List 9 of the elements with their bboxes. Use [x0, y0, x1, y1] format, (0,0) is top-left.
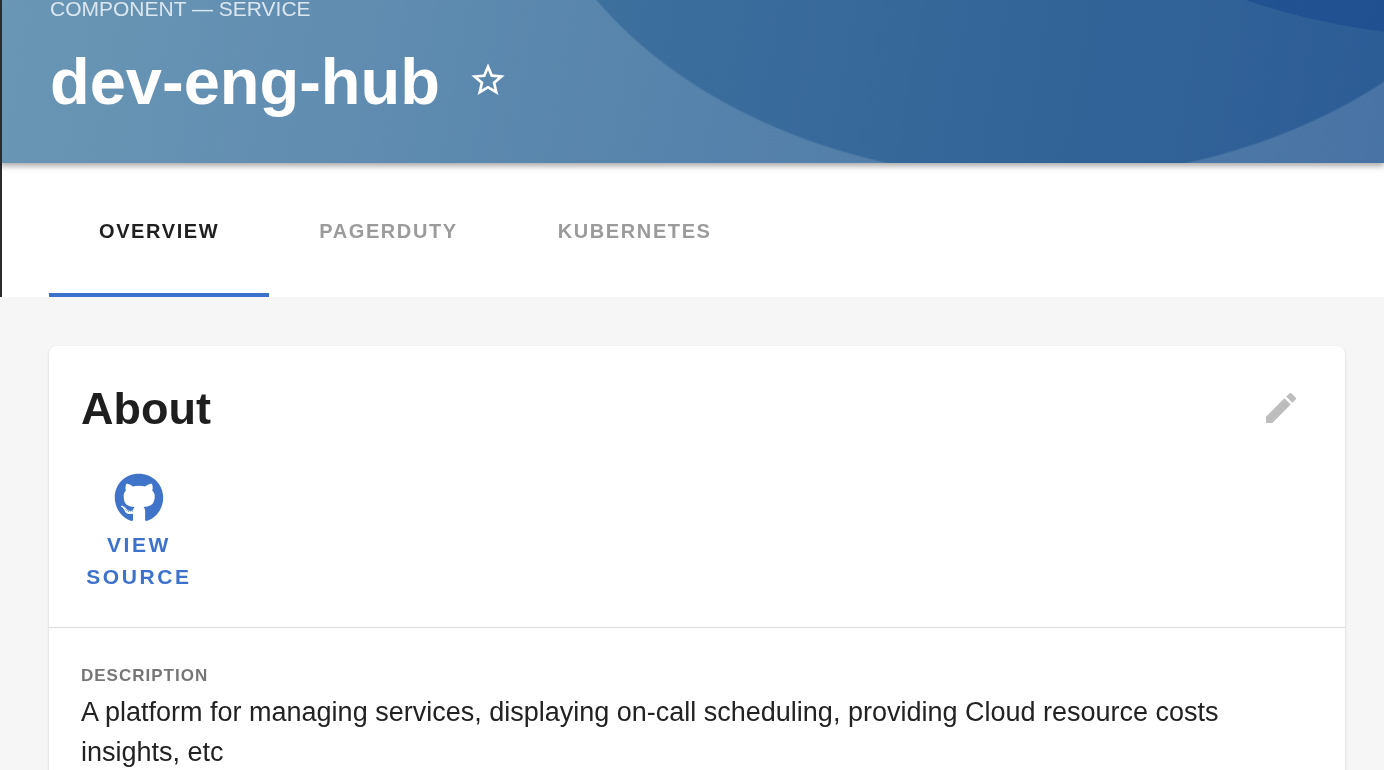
description-label: DESCRIPTION	[81, 665, 210, 687]
entity-kind-label: COMPONENT — SERVICE	[50, 0, 312, 19]
card-title: About	[81, 382, 211, 436]
tab[interactable]: KUBERNETES	[507, 163, 762, 297]
page-title: dev-eng-hub	[50, 44, 440, 120]
description-text: A platform for managing services, displaying on-call scheduling, providing Cloud resource costs insights, etc	[81, 696, 1220, 769]
tab[interactable]: PAGERDUTY	[269, 163, 508, 297]
view-source-link[interactable]: VIEW SOURCE	[81, 473, 197, 593]
github-icon	[114, 473, 164, 523]
